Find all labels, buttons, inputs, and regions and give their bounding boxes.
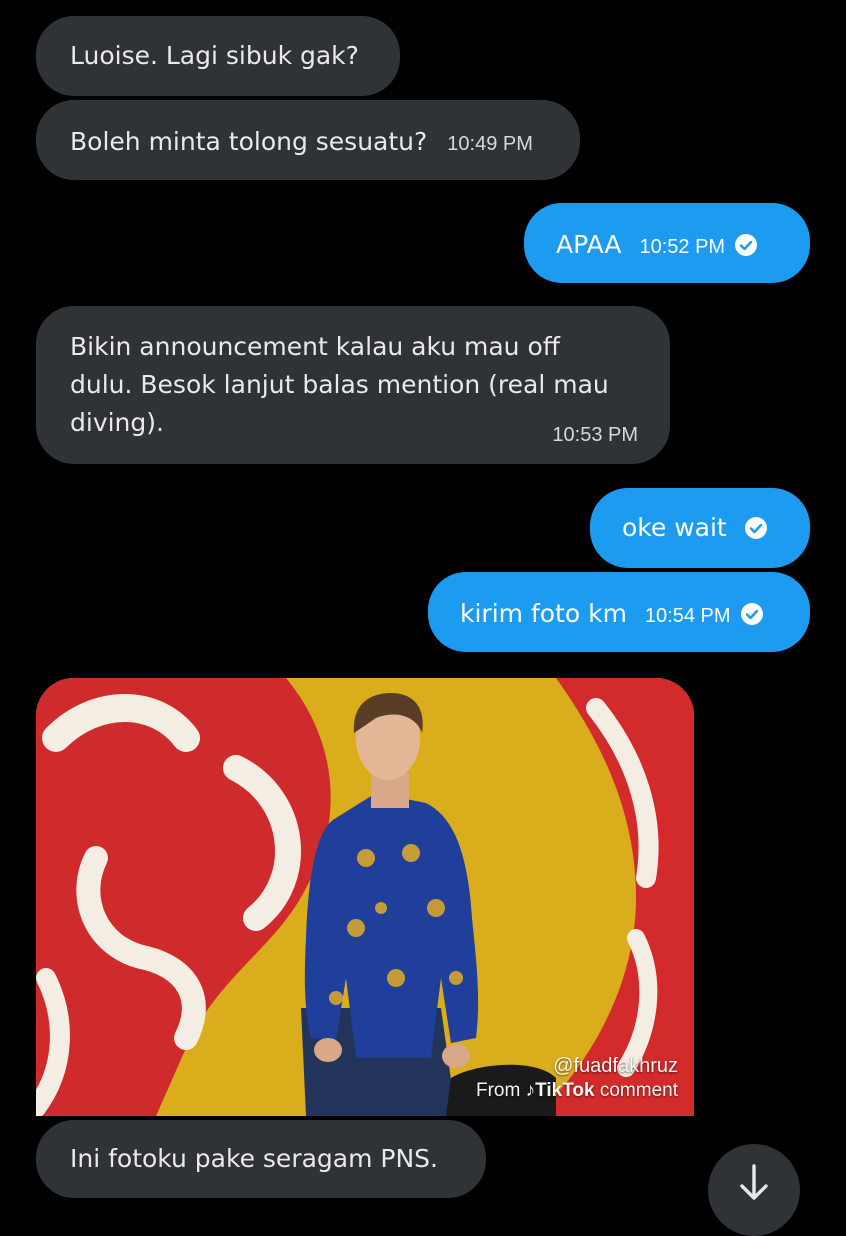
watermark-suffix: comment — [599, 1080, 678, 1101]
message-text: kirim foto km — [460, 599, 627, 628]
check-circle-icon — [740, 603, 763, 625]
scroll-to-bottom-button[interactable] — [708, 1144, 800, 1236]
tiktok-logo-icon: ♪ — [525, 1080, 536, 1101]
message-bubble-outgoing[interactable]: oke wait — [590, 488, 810, 568]
message-timestamp: 10:54 PM — [644, 605, 731, 627]
message-timestamp: 10:53 PM — [552, 424, 638, 446]
tiktok-watermark: @fuadfakhruz From ♪TikTok comment — [476, 1055, 678, 1102]
message-bubble-outgoing[interactable]: APAA 10:52 PM — [524, 203, 810, 283]
message-bubble-incoming[interactable]: Ini fotoku pake seragam PNS. — [36, 1120, 486, 1198]
check-circle-icon — [744, 517, 767, 539]
message-line: dulu. Besok lanjut balas mention (real m… — [70, 370, 609, 399]
message-line: Bikin announcement kalau aku mau off — [70, 332, 560, 361]
watermark-brand: TikTok — [535, 1080, 595, 1101]
message-text: Luoise. Lagi sibuk gak? — [70, 41, 359, 70]
check-circle-icon — [735, 234, 758, 256]
message-timestamp: 10:49 PM — [447, 133, 533, 155]
message-line: diving). — [70, 408, 164, 437]
watermark-handle: @fuadfakhruz — [553, 1055, 678, 1077]
message-bubble-incoming[interactable]: Boleh minta tolong sesuatu? 10:49 PM — [36, 100, 580, 180]
message-bubble-incoming[interactable]: Bikin announcement kalau aku mau off dul… — [36, 306, 670, 464]
message-bubble-incoming[interactable]: Luoise. Lagi sibuk gak? — [36, 16, 400, 96]
message-text: Boleh minta tolong sesuatu? — [70, 127, 428, 156]
photo-illustration — [36, 678, 694, 1116]
message-photo[interactable]: @fuadfakhruz From ♪TikTok comment — [36, 678, 694, 1116]
message-text: APAA — [556, 230, 622, 259]
message-timestamp: 10:52 PM — [639, 236, 726, 258]
message-text: Ini fotoku pake seragam PNS. — [70, 1144, 438, 1173]
message-bubble-outgoing[interactable]: kirim foto km 10:54 PM — [428, 572, 810, 652]
arrow-down-icon — [740, 1164, 768, 1200]
message-text: oke wait — [622, 513, 727, 542]
watermark-from: From — [475, 1080, 521, 1101]
